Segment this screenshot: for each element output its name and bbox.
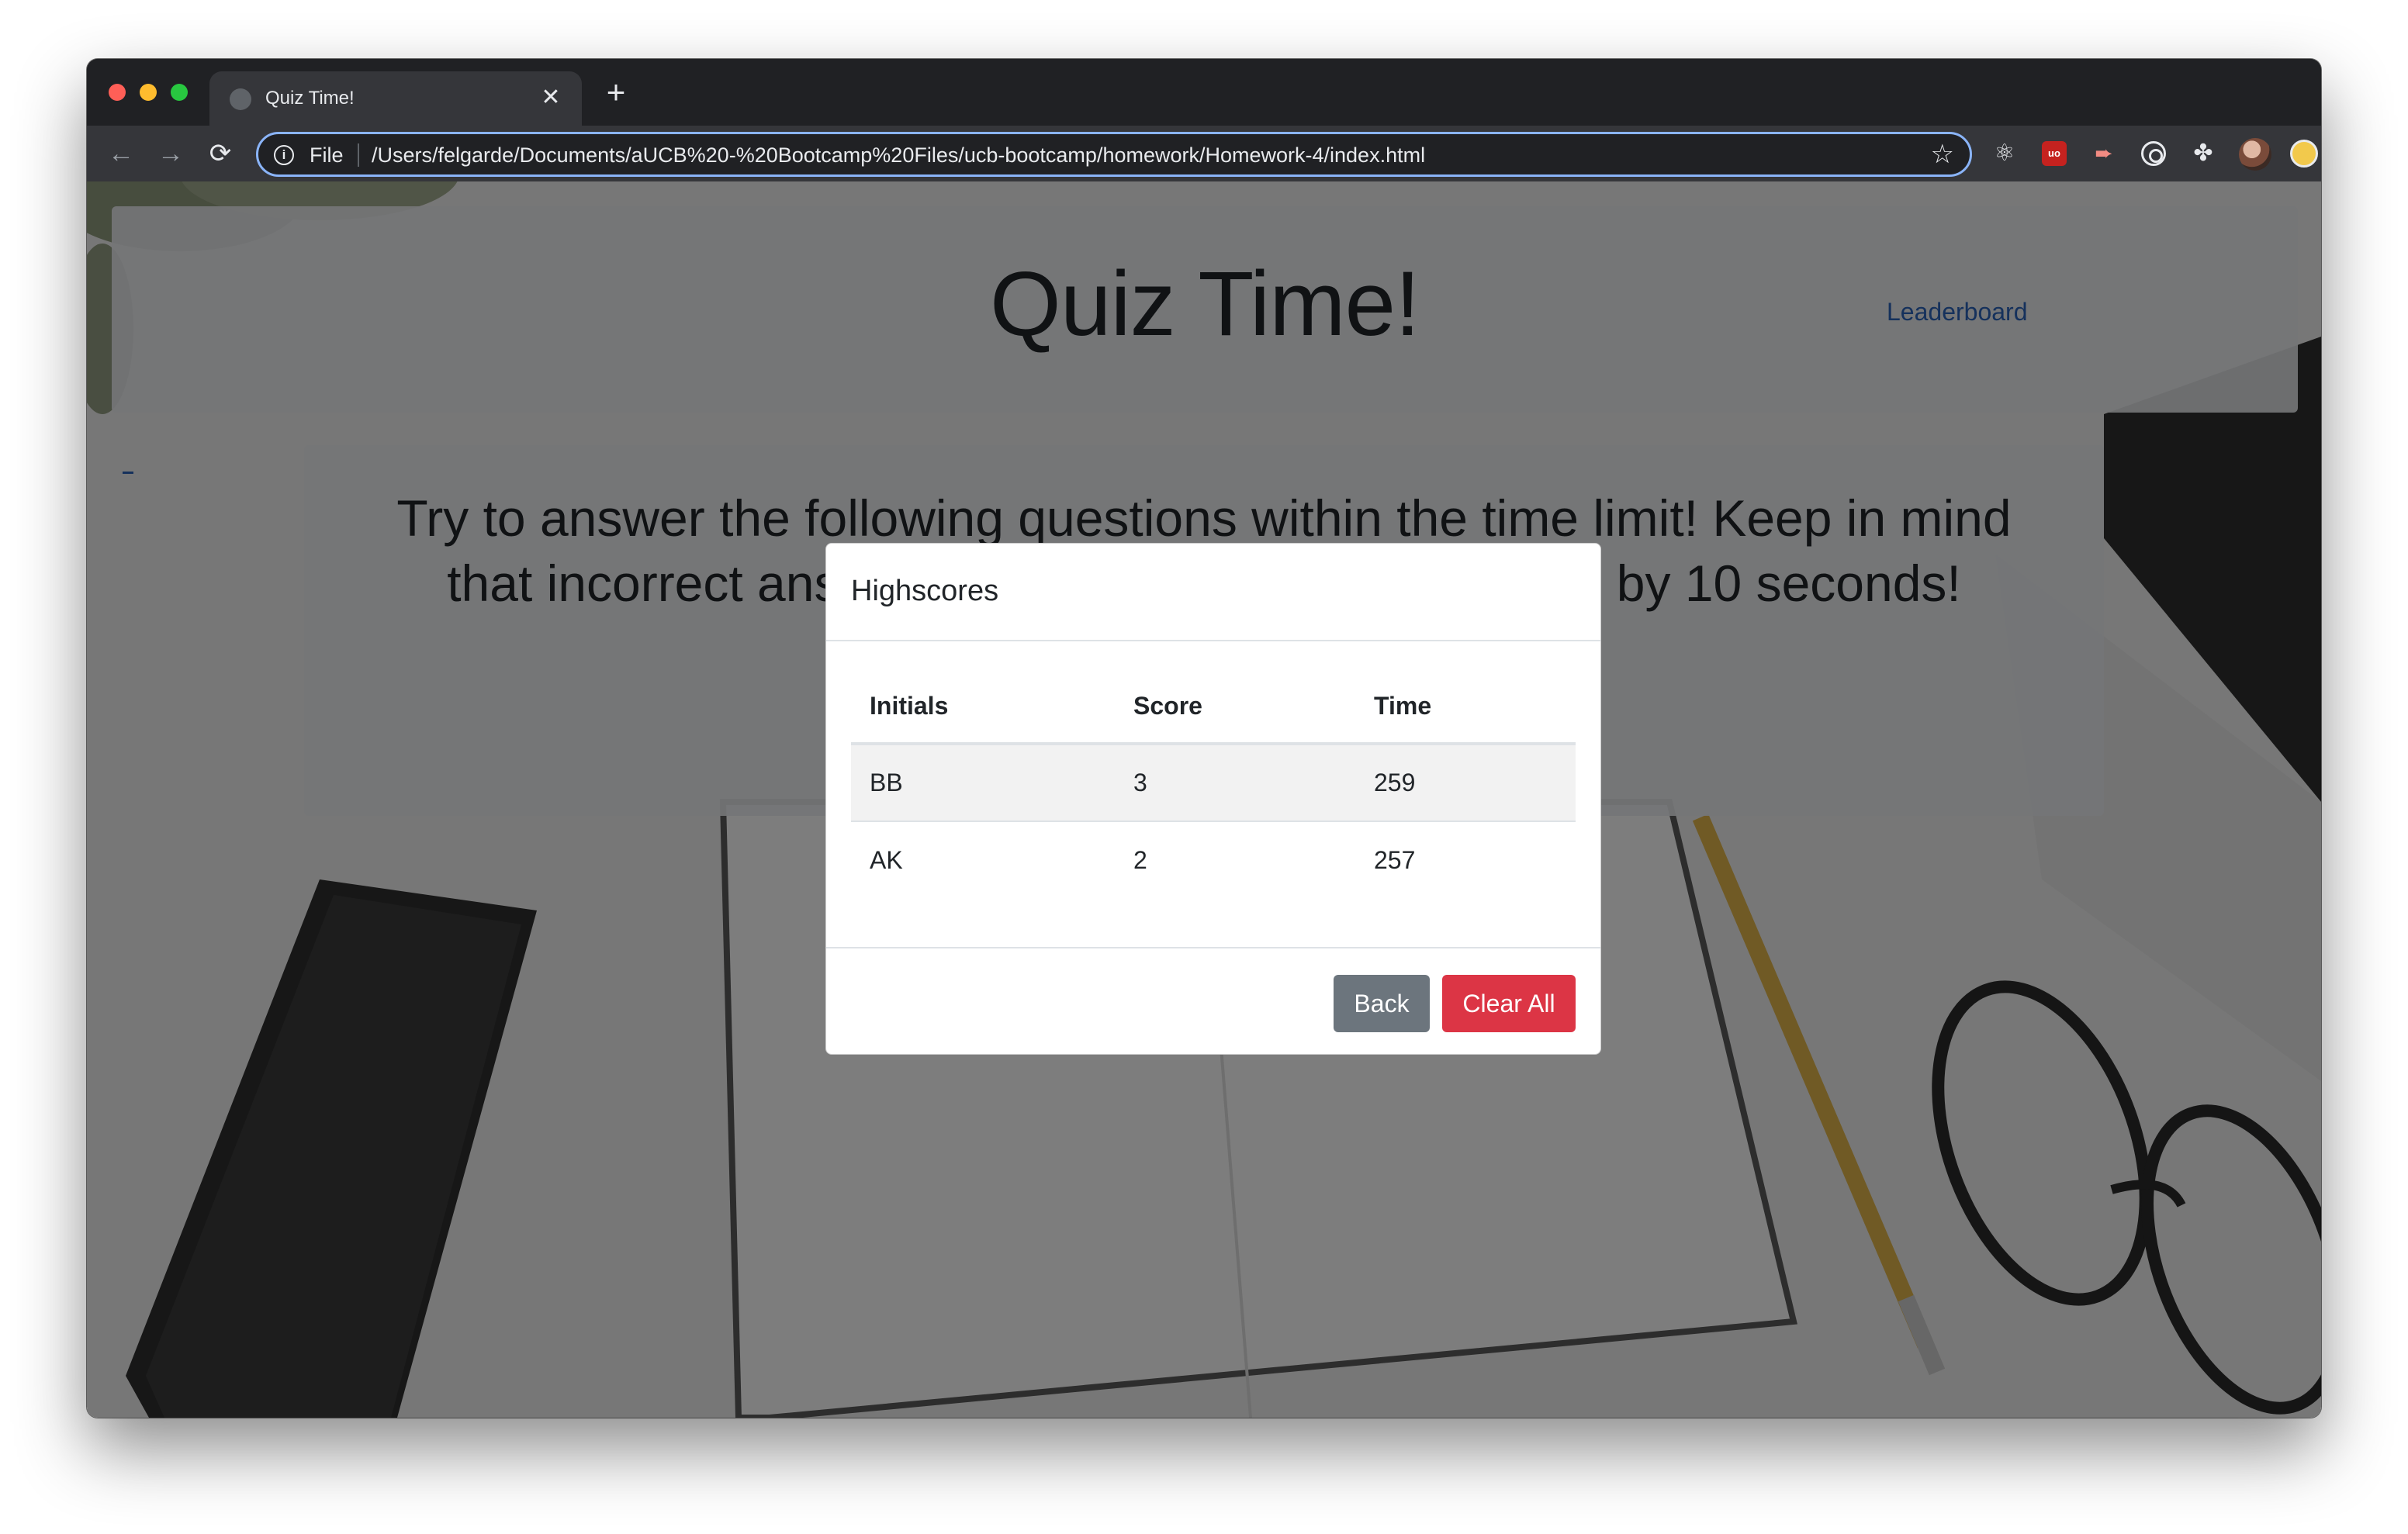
column-header-initials: Initials (851, 669, 1115, 745)
bookmark-star-icon[interactable]: ☆ (1931, 139, 1954, 170)
initials-cell: BB (851, 744, 1115, 822)
clear-all-button[interactable]: Clear All (1442, 975, 1576, 1032)
modal-body: Initials Score Time BB 3 259 AK 2 257 (851, 641, 1576, 948)
table-row: BB 3 259 (851, 744, 1576, 822)
time-cell: 259 (1355, 744, 1576, 822)
profile-avatar[interactable] (2239, 138, 2271, 171)
minimize-window-icon[interactable] (140, 84, 157, 101)
forward-arrow-icon[interactable]: → (152, 135, 189, 172)
modal-header: Highscores (826, 544, 1600, 641)
close-window-icon[interactable] (109, 84, 126, 101)
back-button[interactable]: Back (1334, 975, 1430, 1032)
table-row: AK 2 257 (851, 821, 1576, 899)
table-header-row: Initials Score Time (851, 669, 1576, 745)
video-extension-icon[interactable]: ➨ (2091, 141, 2116, 166)
initials-cell: AK (870, 846, 903, 874)
highscores-table: Initials Score Time BB 3 259 AK 2 257 (851, 669, 1576, 899)
back-arrow-icon[interactable]: ← (102, 135, 140, 172)
ublock-icon[interactable]: uo (2042, 141, 2067, 166)
coin-extension-icon[interactable] (2290, 140, 2318, 168)
react-devtools-icon[interactable]: ⚛ (1992, 141, 2017, 166)
modal-title: Highscores (851, 575, 999, 607)
score-cell: 3 (1115, 744, 1355, 822)
maximize-window-icon[interactable] (171, 84, 188, 101)
page-viewport: Quiz Time! Leaderboard Try to answer the… (87, 181, 2321, 1418)
address-bar[interactable]: i File /Users/felgarde/Documents/aUCB%20… (256, 132, 1972, 177)
score-cell: 2 (1133, 846, 1147, 874)
extensions-puzzle-icon[interactable]: ✤ (2191, 141, 2216, 166)
modal-footer: Back Clear All (826, 947, 1600, 1055)
tab-title: Quiz Time! (265, 88, 355, 109)
url-scheme-label: File (310, 143, 344, 167)
browser-window: Quiz Time! ✕ + ← → ⟳ i File /Users/felga… (87, 59, 2321, 1418)
url-text[interactable]: /Users/felgarde/Documents/aUCB%20-%20Boo… (372, 143, 1425, 168)
close-tab-icon[interactable]: ✕ (535, 82, 566, 113)
new-tab-button[interactable]: + (599, 76, 633, 110)
tab-quiz-time[interactable]: Quiz Time! ✕ (209, 71, 582, 126)
highscores-modal: Highscores Initials Score Time BB 3 259 … (825, 543, 1601, 1055)
column-header-time: Time (1355, 669, 1576, 745)
browser-toolbar: ← → ⟳ i File /Users/felgarde/Documents/a… (87, 126, 2321, 181)
target-extension-icon[interactable] (2141, 141, 2166, 166)
scheme-divider (358, 143, 359, 167)
tab-strip: Quiz Time! ✕ + (87, 59, 2321, 126)
site-info-icon[interactable]: i (274, 145, 294, 165)
reload-icon[interactable]: ⟳ (202, 135, 239, 172)
time-cell: 257 (1374, 846, 1416, 874)
column-header-score: Score (1115, 669, 1355, 745)
globe-icon (230, 88, 251, 110)
